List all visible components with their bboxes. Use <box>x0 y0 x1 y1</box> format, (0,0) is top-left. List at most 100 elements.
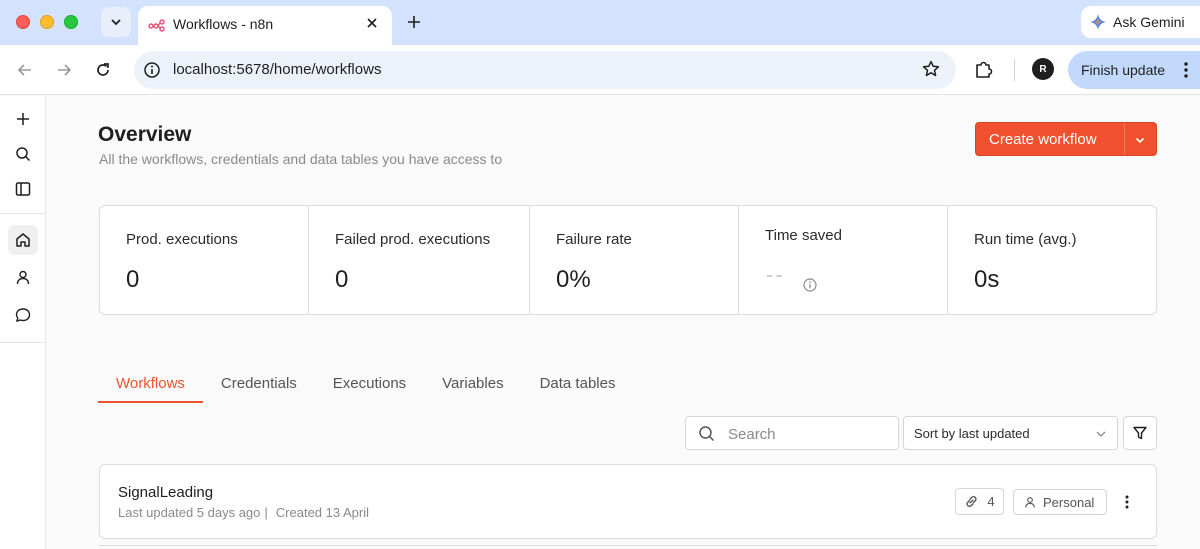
workflow-name[interactable]: SignalLeading <box>118 484 213 501</box>
overview-tabs: Workflows Credentials Executions Variabl… <box>98 366 633 403</box>
stat-failed-prod-executions[interactable]: Failed prod. executions 0 <box>309 206 530 314</box>
more-vertical-icon <box>1125 495 1129 509</box>
more-vertical-icon[interactable] <box>1184 62 1188 78</box>
workflow-card[interactable]: SignalLeading Last updated 5 days ago | Cr… <box>99 464 1157 539</box>
stat-label: Prod. executions <box>126 231 238 248</box>
stat-label: Run time (avg.) <box>974 231 1077 248</box>
insights-summary: Prod. executions 0 Failed prod. executio… <box>99 205 1157 315</box>
meta-divider: | <box>264 505 268 520</box>
close-icon[interactable] <box>364 15 380 31</box>
ask-gemini-label: Ask Gemini <box>1113 14 1185 30</box>
sidebar-add-button[interactable] <box>8 104 38 134</box>
create-button-divider <box>1124 123 1125 155</box>
bookmark-star-icon[interactable] <box>922 60 940 78</box>
owner-label: Personal <box>1043 494 1095 510</box>
link-count: 4 <box>987 494 995 509</box>
filter-icon <box>1133 426 1147 440</box>
page-title: Overview <box>98 123 192 146</box>
sidebar-item-chat[interactable] <box>8 300 38 330</box>
window-zoom-button[interactable] <box>64 15 78 29</box>
workflow-meta: Last updated 5 days ago | Created 13 April <box>118 505 369 520</box>
sidebar-toggle-button[interactable] <box>8 174 38 204</box>
stat-value: -- <box>766 262 785 287</box>
tab-workflows[interactable]: Workflows <box>98 366 203 403</box>
tab-data-tables[interactable]: Data tables <box>522 366 634 403</box>
url-text[interactable]: localhost:5678/home/workflows <box>173 61 381 78</box>
browser-tab-workflows[interactable]: Workflows - n8n <box>138 6 392 45</box>
stat-label: Time saved <box>765 227 842 244</box>
extensions-puzzle-icon[interactable] <box>973 58 995 80</box>
chat-bubble-icon <box>15 308 31 322</box>
browser-tabstrip: Workflows - n8n Ask Gemini <box>0 0 1200 45</box>
finish-update-button[interactable]: Finish update <box>1068 51 1200 89</box>
home-icon <box>16 233 30 247</box>
profile-avatar[interactable]: R <box>1032 58 1054 80</box>
info-icon[interactable] <box>803 278 817 292</box>
search-input[interactable] <box>728 424 888 444</box>
sidebar-divider <box>0 213 45 214</box>
sidebar-item-home[interactable] <box>8 225 38 255</box>
sidebar-panel-icon <box>15 182 31 196</box>
sidebar-divider <box>0 342 45 343</box>
toolbar-divider <box>1014 59 1015 81</box>
ask-gemini-button[interactable]: Ask Gemini <box>1081 6 1200 38</box>
browser-toolbar: localhost:5678/home/workflows R Finish u… <box>0 45 1200 95</box>
site-info-icon[interactable] <box>143 61 161 79</box>
workflow-search <box>685 416 899 450</box>
filter-button[interactable] <box>1123 416 1157 450</box>
page-subtitle: All the workflows, credentials and data … <box>99 151 503 167</box>
workflow-last-updated: Last updated 5 days ago <box>118 505 261 520</box>
link-icon <box>966 496 977 507</box>
address-bar[interactable]: localhost:5678/home/workflows <box>134 51 956 89</box>
reload-icon <box>97 63 109 76</box>
user-icon <box>16 270 30 285</box>
stat-run-time-avg[interactable]: Run time (avg.) 0s <box>948 206 1156 314</box>
n8n-logo-icon <box>148 19 165 32</box>
stat-value: 0 <box>335 266 349 293</box>
chevron-down-icon <box>111 19 121 26</box>
workflow-link-count-badge[interactable]: 4 <box>955 488 1004 515</box>
window-minimize-button[interactable] <box>40 15 54 29</box>
stat-time-saved[interactable]: Time saved -- <box>739 206 948 314</box>
plus-icon <box>408 16 420 28</box>
plus-icon <box>17 113 29 125</box>
workflow-actions-button[interactable] <box>1117 491 1137 513</box>
browser-tab-title: Workflows - n8n <box>173 16 274 32</box>
sidebar-search-button[interactable] <box>8 139 38 169</box>
search-icon <box>16 147 31 162</box>
sort-select[interactable]: Sort by last updated <box>903 416 1118 450</box>
chevron-down-icon[interactable] <box>1134 134 1146 146</box>
sort-selected-value: Sort by last updated <box>914 426 1030 441</box>
gemini-sparkle-icon <box>1090 14 1106 30</box>
arrow-left-icon <box>17 64 31 76</box>
tab-search-button[interactable] <box>101 7 131 37</box>
user-icon <box>1025 497 1035 508</box>
workflow-card-next-partial <box>99 545 1157 549</box>
stat-failure-rate[interactable]: Failure rate 0% <box>530 206 739 314</box>
create-workflow-label: Create workflow <box>989 130 1097 148</box>
window-close-button[interactable] <box>16 15 30 29</box>
finish-update-label: Finish update <box>1081 62 1166 78</box>
tab-credentials[interactable]: Credentials <box>203 366 315 403</box>
sidebar-item-personal[interactable] <box>8 262 38 292</box>
stat-value: 0% <box>556 266 591 293</box>
profile-initial: R <box>1039 63 1047 75</box>
search-icon <box>699 426 715 442</box>
stat-prod-executions[interactable]: Prod. executions 0 <box>100 206 309 314</box>
stat-value: 0s <box>974 266 1000 293</box>
workflow-owner-badge[interactable]: Personal <box>1013 489 1107 515</box>
create-workflow-button[interactable]: Create workflow <box>975 122 1157 156</box>
stat-label: Failed prod. executions <box>335 231 491 248</box>
chevron-down-icon <box>1096 431 1106 437</box>
stat-value: 0 <box>126 266 140 293</box>
reload-button[interactable] <box>90 57 116 83</box>
back-button[interactable] <box>12 57 38 83</box>
new-tab-button[interactable] <box>400 8 428 36</box>
tab-variables[interactable]: Variables <box>424 366 521 403</box>
tab-executions[interactable]: Executions <box>315 366 424 403</box>
forward-button[interactable] <box>51 57 77 83</box>
arrow-right-icon <box>58 64 72 76</box>
app-sidebar <box>0 96 46 549</box>
stat-label: Failure rate <box>556 231 632 248</box>
workflow-created: Created 13 April <box>275 505 370 520</box>
